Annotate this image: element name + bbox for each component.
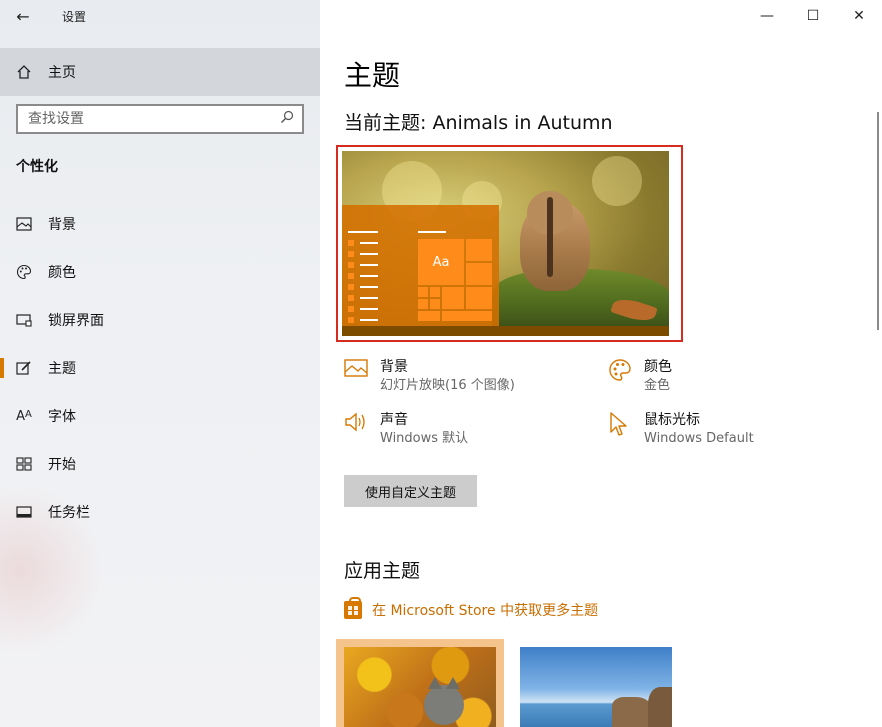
sidebar: ← 设置 主页 个性化 背景 颜色 <box>0 0 320 727</box>
search-icon[interactable] <box>280 110 294 128</box>
sidebar-item-colors[interactable]: 颜色 <box>0 248 320 296</box>
store-bag-icon <box>344 597 362 619</box>
sidebar-item-fonts[interactable]: AA 字体 <box>0 392 320 440</box>
maximize-button[interactable]: ☐ <box>790 0 836 32</box>
close-button[interactable]: ✕ <box>836 0 882 32</box>
search-input[interactable] <box>28 111 268 127</box>
sidebar-item-label: 背景 <box>48 217 76 233</box>
theme-thumbnail-seascape[interactable] <box>520 647 672 727</box>
preview-sample-text: Aa <box>418 239 464 285</box>
sidebar-item-lock-screen[interactable]: 锁屏界面 <box>0 296 320 344</box>
search-box[interactable] <box>16 104 304 134</box>
preview-menu-line <box>348 231 378 233</box>
setting-value: 幻灯片放映(16 个图像) <box>380 378 515 393</box>
theme-background-setting[interactable]: 背景 幻灯片放映(16 个图像) <box>344 358 515 396</box>
sidebar-item-background[interactable]: 背景 <box>0 200 320 248</box>
main-content: — ☐ ✕ 主题 当前主题: Animals in Autumn Aa 背景 幻… <box>320 0 882 727</box>
cursor-icon <box>608 411 644 449</box>
page-title: 主题 <box>344 59 401 92</box>
preview-chipmunk-stripe <box>547 197 553 277</box>
preview-start-menu: Aa <box>342 205 499 326</box>
thumbnail-rock <box>648 687 672 727</box>
theme-cursor-setting[interactable]: 鼠标光标 Windows Default <box>608 411 754 449</box>
use-custom-theme-button[interactable]: 使用自定义主题 <box>344 475 477 507</box>
minimize-icon: — <box>760 8 774 24</box>
sidebar-item-label: 任务栏 <box>48 505 90 521</box>
speaker-icon <box>344 411 380 449</box>
sidebar-item-label: 主页 <box>48 65 76 81</box>
theme-preview: Aa <box>342 151 669 336</box>
current-theme-label: 当前主题: Animals in Autumn <box>344 112 613 134</box>
minimize-button[interactable]: — <box>744 0 790 32</box>
microsoft-store-link[interactable]: 在 Microsoft Store 中获取更多主题 <box>344 597 599 620</box>
setting-value: Windows 默认 <box>380 431 469 446</box>
theme-color-setting[interactable]: 颜色 金色 <box>608 358 672 396</box>
font-icon: AA <box>16 408 32 424</box>
arrow-left-icon: ← <box>16 6 30 26</box>
setting-title: 鼠标光标 <box>644 412 700 428</box>
sidebar-item-label: 锁屏界面 <box>48 313 104 329</box>
theme-thumbnail-selected[interactable] <box>336 639 504 727</box>
thumbnail-rock <box>612 697 652 727</box>
apply-theme-heading: 应用主题 <box>344 560 421 582</box>
preview-taskbar <box>342 326 669 336</box>
setting-value: 金色 <box>644 378 671 393</box>
close-icon: ✕ <box>853 8 865 24</box>
app-title: 设置 <box>62 9 87 24</box>
sidebar-item-label: 颜色 <box>48 265 76 281</box>
start-grid-icon <box>0 457 48 471</box>
sidebar-item-themes[interactable]: 主题 <box>0 344 320 392</box>
maximize-icon: ☐ <box>806 8 820 24</box>
section-title: 个性化 <box>16 159 58 175</box>
scrollbar-thumb[interactable] <box>877 112 879 330</box>
preview-bokeh <box>592 156 642 206</box>
lock-screen-icon <box>0 313 48 327</box>
picture-icon <box>0 217 48 231</box>
taskbar-icon <box>0 506 48 518</box>
setting-title: 颜色 <box>644 359 672 375</box>
theme-thumbnail-autumn-cat <box>344 647 496 727</box>
sidebar-item-label: 主题 <box>48 361 76 377</box>
preview-tiles-line <box>418 231 446 233</box>
setting-title: 声音 <box>380 412 408 428</box>
setting-value: Windows Default <box>644 431 754 446</box>
theme-sound-setting[interactable]: 声音 Windows 默认 <box>344 411 468 449</box>
picture-icon <box>344 358 380 396</box>
home-icon <box>0 64 48 80</box>
sidebar-item-label: 开始 <box>48 457 76 473</box>
sidebar-item-label: 字体 <box>48 409 76 425</box>
theme-brush-icon <box>0 360 48 376</box>
sidebar-item-taskbar[interactable]: 任务栏 <box>0 488 320 536</box>
store-link-label: 在 Microsoft Store 中获取更多主题 <box>372 603 599 619</box>
title-bar: ← 设置 <box>0 0 320 32</box>
setting-title: 背景 <box>380 359 408 375</box>
preview-menu-list <box>348 237 378 325</box>
back-button[interactable]: ← <box>0 0 46 32</box>
sidebar-item-home[interactable]: 主页 <box>0 48 320 96</box>
window-controls: — ☐ ✕ <box>744 0 882 32</box>
sidebar-nav: 背景 颜色 锁屏界面 主题 AA 字体 开始 任务栏 <box>0 200 320 536</box>
sidebar-item-start[interactable]: 开始 <box>0 440 320 488</box>
thumbnail-cat <box>424 677 464 725</box>
theme-preview-frame[interactable]: Aa <box>336 145 683 342</box>
palette-icon <box>608 358 644 396</box>
palette-icon <box>0 264 48 280</box>
